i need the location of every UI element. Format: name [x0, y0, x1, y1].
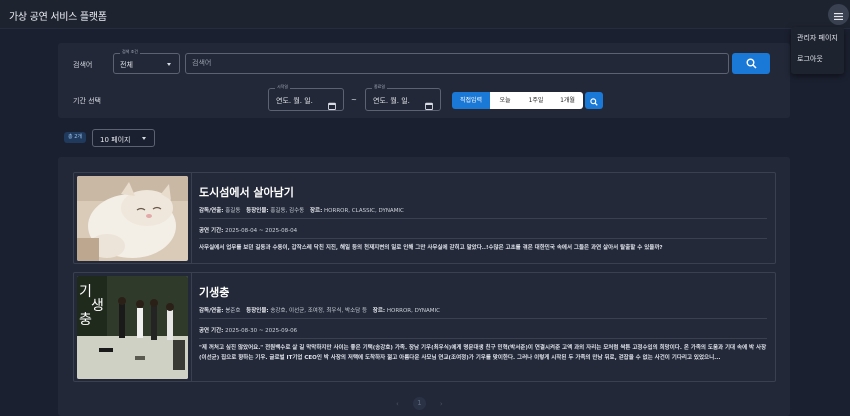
svg-text:기: 기	[79, 284, 92, 300]
period-label: 공연 기간:	[199, 228, 224, 234]
performance-title[interactable]: 도시섬에서 살아남기	[199, 184, 294, 200]
period-value: 2025-08-30 ~ 2025-09-06	[225, 328, 298, 334]
director-value: 홍길동	[225, 208, 241, 214]
user-menu-dropdown: 관리자 페이지 로그아웃	[791, 27, 844, 74]
app-title: 가상 공연 서비스 플랫폼	[9, 12, 107, 23]
performance-card[interactable]: 기 생 충 기생충 감독/연출: 봉준호 등장인물: 송강호, 이선균, 조여정…	[73, 272, 776, 382]
pagination-page-current[interactable]: 1	[412, 397, 426, 410]
period-value: 2025-08-04 ~ 2025-08-04	[225, 228, 298, 234]
period-label: 기간 선택	[73, 97, 101, 105]
pagination-prev-button[interactable]: ‹	[396, 400, 399, 410]
pagination-next-button[interactable]: ›	[440, 400, 443, 410]
menu-button[interactable]	[828, 4, 849, 25]
start-date-field[interactable]: 시작일 연도. 월. 일.	[268, 84, 344, 114]
performance-description: "제 꺼처고 싶진 않았어요." 전원백수로 살 길 막막하지만 사이는 좋은 …	[199, 345, 767, 361]
date-range-separator: ~	[351, 96, 357, 104]
start-date-legend: 시작일	[275, 84, 291, 90]
page-size-select[interactable]: 10 페이지	[92, 129, 155, 147]
search-condition-value: 전체	[120, 61, 133, 69]
search-button[interactable]	[732, 53, 770, 74]
start-date-value: 연도. 월. 일.	[276, 97, 313, 105]
card-divider	[191, 273, 192, 381]
app-header: 가상 공연 서비스 플랫폼	[0, 0, 850, 29]
search-icon	[746, 54, 757, 73]
end-date-value: 연도. 월. 일.	[373, 97, 410, 105]
performance-poster	[77, 176, 188, 261]
search-input[interactable]: 검색어	[185, 53, 729, 74]
performance-credits: 감독/연출: 봉준호 등장인물: 송강호, 이선균, 조여정, 최우식, 박소담…	[199, 306, 444, 314]
genre-value: HORROR, DYNAMIC	[386, 308, 441, 314]
card-divider	[191, 173, 192, 263]
performance-period: 공연 기간: 2025-08-30 ~ 2025-09-06	[199, 326, 301, 334]
end-date-legend: 종료일	[372, 84, 388, 90]
menu-item-logout[interactable]: 로그아웃	[791, 48, 844, 69]
svg-text:생: 생	[91, 298, 104, 314]
performance-title[interactable]: 기생충	[199, 284, 229, 300]
caret-down-icon	[142, 137, 146, 140]
end-date-field[interactable]: 종료일 연도. 월. 일.	[365, 84, 441, 114]
genre-label: 장르:	[372, 308, 386, 314]
cast-value: 홍길동, 김수동	[270, 208, 305, 214]
performance-poster: 기 생 충	[77, 276, 188, 379]
search-condition-legend: 검색 조건	[120, 49, 140, 55]
card-separator	[199, 338, 767, 339]
card-separator	[199, 318, 767, 319]
range-custom-button[interactable]: 직접입력	[452, 92, 490, 109]
caret-down-icon	[167, 63, 171, 66]
period-search-button[interactable]	[585, 92, 603, 109]
card-separator	[199, 218, 767, 219]
calendar-icon[interactable]	[328, 95, 336, 114]
total-count-badge: 총 2개	[64, 132, 86, 143]
range-today-button[interactable]: 오늘	[490, 92, 520, 109]
director-label: 감독/연출:	[199, 308, 224, 314]
genre-value: HORROR, CLASSIC, DYNAMIC	[324, 208, 404, 214]
cast-value: 송강호, 이선균, 조여정, 최우식, 박소담 등	[270, 308, 368, 314]
performance-period: 공연 기간: 2025-08-04 ~ 2025-08-04	[199, 226, 301, 234]
card-separator	[199, 238, 767, 239]
director-value: 봉준호	[225, 308, 241, 314]
genre-label: 장르:	[309, 208, 323, 214]
performance-description: 사무실에서 업무를 보던 길동과 수동이, 갑작스레 닥친 지진, 해일 등의 …	[199, 245, 663, 251]
calendar-icon[interactable]	[425, 95, 433, 114]
menu-item-admin-page[interactable]: 관리자 페이지	[791, 27, 844, 48]
range-month-button[interactable]: 1개월	[552, 92, 583, 109]
performance-card[interactable]: 도시섬에서 살아남기 감독/연출: 홍길동 등장인물: 홍길동, 김수동 장르:…	[73, 172, 776, 264]
date-range-toggle: 직접입력 오늘 1주일 1개월	[452, 92, 583, 109]
svg-text:충: 충	[79, 312, 92, 328]
director-label: 감독/연출:	[199, 208, 224, 214]
pagination: ‹ 1 ›	[396, 397, 443, 410]
search-label: 검색어	[73, 61, 93, 69]
search-condition-select[interactable]: 검색 조건 전체	[113, 49, 180, 74]
page-size-value: 10 페이지	[100, 136, 131, 144]
cast-label: 등장인물:	[246, 308, 269, 314]
search-icon	[590, 91, 598, 110]
cast-label: 등장인물:	[246, 208, 269, 214]
period-label: 공연 기간:	[199, 328, 224, 334]
performance-credits: 감독/연출: 홍길동 등장인물: 홍길동, 김수동 장르: HORROR, CL…	[199, 206, 408, 214]
hamburger-menu-icon	[834, 5, 843, 24]
range-week-button[interactable]: 1주일	[520, 92, 552, 109]
